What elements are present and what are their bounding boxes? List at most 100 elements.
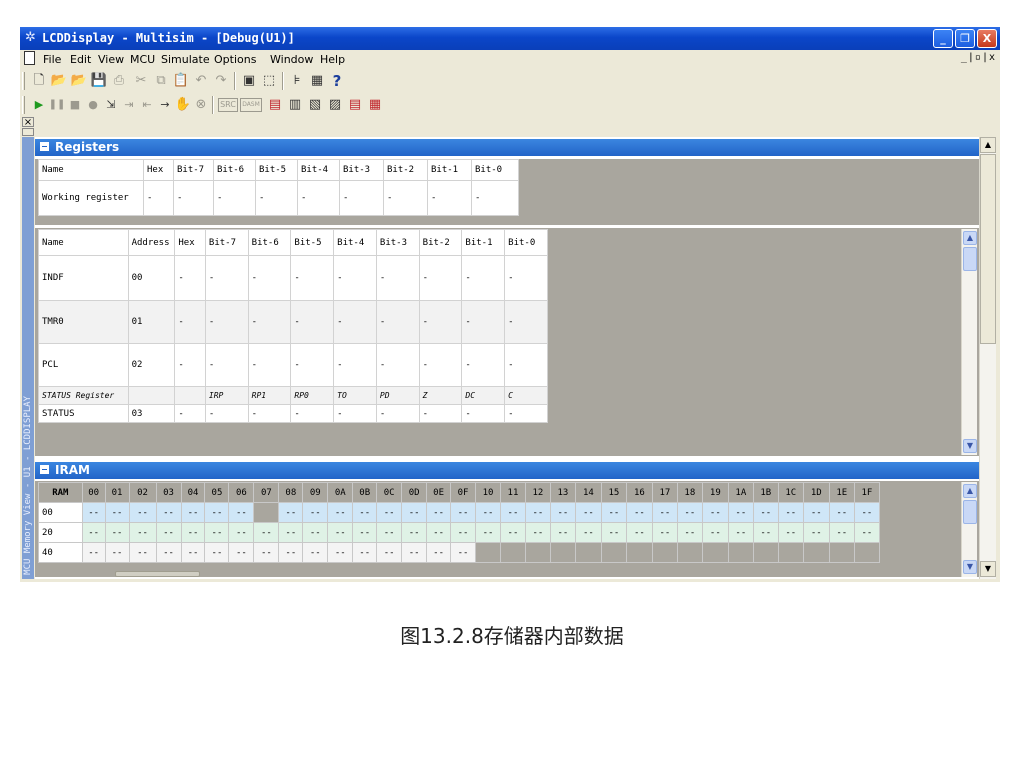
menu-simulate[interactable]: Simulate <box>161 53 210 66</box>
iram-cell[interactable]: -- <box>802 522 830 543</box>
iram-cell[interactable]: -- <box>228 502 255 523</box>
iram-cell[interactable] <box>727 542 754 563</box>
app-icon[interactable]: ✲ <box>25 30 36 45</box>
iram-cell[interactable]: -- <box>352 522 378 543</box>
scroll-up-icon[interactable]: ▲ <box>980 137 996 153</box>
iram-cell[interactable]: -- <box>701 502 729 523</box>
table-cell[interactable]: - <box>427 180 472 216</box>
scroll-down-icon[interactable]: ▼ <box>963 439 977 453</box>
iram-cell[interactable]: -- <box>853 522 881 543</box>
new-icon[interactable]: 🗋 <box>30 72 48 90</box>
iram-cell[interactable]: -- <box>155 502 182 523</box>
iram-cell[interactable] <box>253 502 280 523</box>
menu-window[interactable]: Window <box>270 53 313 66</box>
iram-cell[interactable] <box>828 542 855 563</box>
table-cell[interactable]: - <box>333 343 377 387</box>
collapse-icon[interactable] <box>40 142 49 151</box>
table-cell[interactable]: - <box>504 255 548 301</box>
iram-scrollbar[interactable]: ▲ ▼ <box>961 482 977 577</box>
table-cell[interactable]: - <box>174 300 206 344</box>
iram-cell[interactable]: -- <box>401 542 428 563</box>
iram-cell[interactable]: -- <box>828 502 855 523</box>
iram-cell[interactable]: -- <box>376 542 403 563</box>
close-button[interactable]: X <box>977 29 997 48</box>
iram-cell[interactable]: -- <box>853 502 881 523</box>
iram-cell[interactable]: -- <box>727 522 754 543</box>
registers-scrollbar[interactable]: ▲ ▼ <box>961 229 977 455</box>
iram-cell[interactable]: -- <box>426 542 452 563</box>
iram-cell[interactable]: -- <box>352 502 378 523</box>
component-icon[interactable]: ▣ <box>240 72 258 90</box>
open-sample-icon[interactable]: 📂 <box>70 72 88 90</box>
scroll-up-icon[interactable]: ▲ <box>963 231 977 245</box>
iram-cell[interactable]: -- <box>499 502 526 523</box>
iram-cell[interactable]: -- <box>327 502 354 523</box>
table-cell[interactable]: - <box>204 255 249 301</box>
iram-cell[interactable]: -- <box>450 542 477 563</box>
iram-cell[interactable]: -- <box>228 542 255 563</box>
iram-cell[interactable]: -- <box>278 542 304 563</box>
iram-cell[interactable]: -- <box>475 502 501 523</box>
table-cell[interactable]: - <box>290 343 335 387</box>
memory-view-panel-tab[interactable]: × MCU Memory View - U1 - LCDDISPLAY <box>22 117 34 579</box>
table-cell[interactable]: - <box>504 300 548 344</box>
open-icon[interactable]: 📂 <box>50 72 68 90</box>
iram-cell[interactable]: -- <box>475 522 501 543</box>
iram-cell[interactable] <box>475 542 501 563</box>
pause-icon[interactable]: ❚❚ <box>48 96 66 114</box>
toolbar-grip-2[interactable] <box>22 96 25 114</box>
menu-file[interactable]: File <box>43 53 61 66</box>
menu-options[interactable]: Options <box>214 53 256 66</box>
iram-cell[interactable]: -- <box>676 502 703 523</box>
iram-cell[interactable]: -- <box>401 522 428 543</box>
table-cell[interactable]: - <box>333 404 377 423</box>
table-cell[interactable]: - <box>255 180 298 216</box>
table-cell[interactable]: - <box>213 180 256 216</box>
iram-cell[interactable]: -- <box>676 522 703 543</box>
table-cell[interactable]: - <box>247 255 292 301</box>
iram-cell[interactable]: -- <box>600 522 627 543</box>
iram-cell[interactable]: -- <box>600 502 627 523</box>
step-over-icon[interactable]: ⇥ <box>120 96 138 114</box>
table-cell[interactable]: - <box>461 300 506 344</box>
iram-cell[interactable]: -- <box>128 542 157 563</box>
grid-icon[interactable]: ▦ <box>308 72 326 90</box>
iram-cell[interactable]: -- <box>549 522 576 543</box>
run-to-cursor-icon[interactable]: → <box>156 96 174 114</box>
table-cell[interactable]: - <box>247 300 292 344</box>
iram-cell[interactable] <box>651 542 678 563</box>
iram-cell[interactable] <box>625 542 653 563</box>
undo-icon[interactable]: ↶ <box>192 72 210 90</box>
iram-cell[interactable]: -- <box>625 502 653 523</box>
iram-cell[interactable]: -- <box>524 502 551 523</box>
iram-cell[interactable]: -- <box>574 522 602 543</box>
iram-cell[interactable]: -- <box>302 502 329 523</box>
table-cell[interactable]: - <box>173 180 214 216</box>
call-stack-icon[interactable]: ▤ <box>346 96 364 114</box>
table-cell[interactable]: - <box>174 255 206 301</box>
table-cell[interactable]: - <box>290 255 335 301</box>
paste-icon[interactable]: 📋 <box>172 72 190 90</box>
toolbar-grip[interactable] <box>22 72 25 90</box>
iram-cell[interactable]: -- <box>302 522 329 543</box>
iram-cell[interactable]: -- <box>777 522 804 543</box>
iram-cell[interactable] <box>600 542 627 563</box>
iram-cell[interactable]: -- <box>278 522 304 543</box>
iram-cell[interactable] <box>752 542 779 563</box>
save-icon[interactable]: 💾 <box>90 72 108 90</box>
table-cell[interactable]: - <box>204 343 249 387</box>
pin-panel-icon[interactable] <box>22 128 34 136</box>
breakpoint-icon[interactable]: ● <box>84 96 102 114</box>
table-cell[interactable]: - <box>375 343 420 387</box>
table-cell[interactable]: - <box>383 180 428 216</box>
iram-cell[interactable]: -- <box>549 502 576 523</box>
iram-cell[interactable]: -- <box>450 522 477 543</box>
title-bar[interactable]: ✲ LCDDisplay - Multisim - [Debug(U1)] _ … <box>20 27 1000 50</box>
iram-cell[interactable]: -- <box>155 522 182 543</box>
table-cell[interactable]: - <box>471 180 519 216</box>
io-view-icon[interactable]: ▧ <box>306 96 324 114</box>
watch-view-icon[interactable]: ▨ <box>326 96 344 114</box>
horizontal-scrollbar[interactable] <box>35 569 996 579</box>
iram-cell[interactable]: -- <box>499 522 526 543</box>
table-cell[interactable]: - <box>461 404 506 423</box>
